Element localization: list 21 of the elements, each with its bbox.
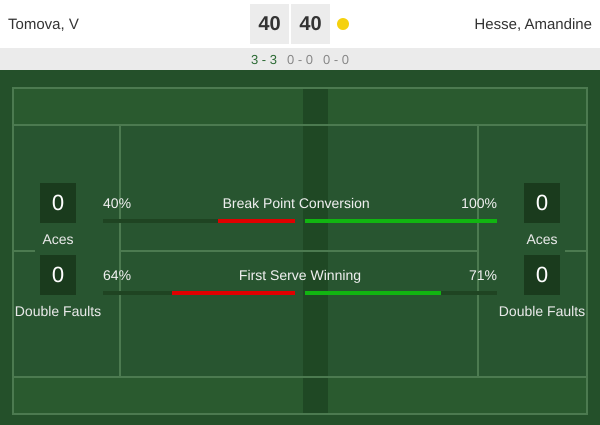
stat-label: Aces	[526, 231, 558, 247]
stat-label: Aces	[42, 231, 74, 247]
stat-count: 0	[40, 183, 76, 223]
stat-count: 0	[524, 255, 560, 295]
stat-percentage: 64%	[103, 267, 132, 283]
stat-count: 0	[40, 255, 76, 295]
set-score: 0 - 0	[323, 52, 350, 66]
player-name: Tomova, V	[8, 16, 79, 32]
stat-label: Double Faults	[498, 303, 586, 319]
set-score: 3 - 3	[250, 52, 277, 66]
player-name: Hesse, Amandine	[474, 16, 592, 32]
stat-percentage: 100%	[461, 195, 497, 211]
stat-percentage: 40%	[103, 195, 132, 211]
points-score: 40	[250, 4, 289, 44]
stat-title: First Serve Winning	[238, 267, 362, 283]
stat-title: Break Point Conversion	[222, 195, 370, 211]
set-score: 0 - 0	[286, 52, 313, 66]
stat-percentage: 71%	[468, 267, 497, 283]
stat-count: 0	[524, 183, 560, 223]
stat-label: Double Faults	[14, 303, 102, 319]
points-score: 40	[291, 4, 330, 44]
